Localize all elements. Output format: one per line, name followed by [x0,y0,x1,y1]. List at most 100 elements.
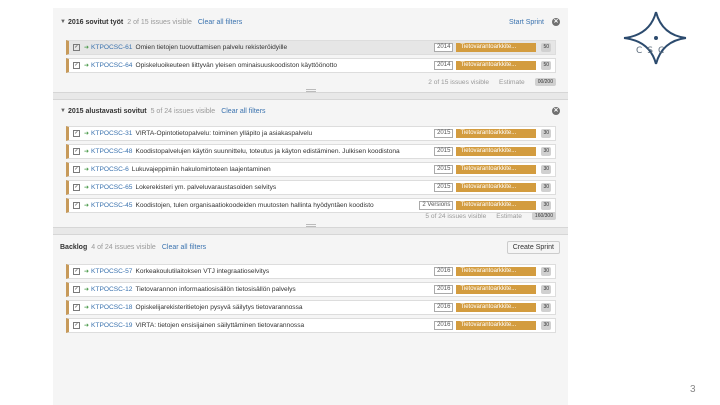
close-icon[interactable]: ✕ [552,18,560,26]
priority-arrow-icon: ➜ [84,45,90,51]
fix-version-badge: 2014 [434,61,454,70]
footer-estimate-label: Estimate [496,212,522,220]
story-type-icon: ✓ [73,286,80,293]
epic-label[interactable]: Tietovarantoarkkite... [456,61,537,70]
issue-key[interactable]: KTPOCSC-61 [91,44,132,51]
epic-label[interactable]: Tietovarantoarkkite... [456,267,537,276]
footer-issue-count: 5 of 24 issues visible [425,212,487,220]
footer-estimate-badge: 160/300 [531,212,556,220]
sprint-header-2015: ▼ 2015 alustavasti sovitut 5 of 24 issue… [60,102,560,120]
issue-row[interactable]: ✓ ➜ KTPOCSC-57 Korkeakoulutilaitoksen VT… [66,264,556,279]
issue-count: 5 of 24 issues visible [150,107,216,115]
estimate-badge: 30 [541,147,551,156]
priority-arrow-icon: ➜ [84,131,90,137]
priority-arrow-icon: ➜ [84,203,90,209]
issue-summary: Koodistojen, tulen organisaatiokoodeiden… [135,202,374,209]
issue-key[interactable]: KTPOCSC-57 [91,268,132,275]
priority-arrow-icon: ➜ [84,149,90,155]
fix-version-badge: 2015 [434,129,454,138]
priority-arrow-icon: ➜ [84,323,90,329]
story-type-icon: ✓ [73,130,80,137]
story-type-icon: ✓ [73,304,80,311]
sprint-footer: 5 of 24 issues visible Estimate 160/300 [60,210,556,222]
issue-count: 2 of 15 issues visible [127,18,192,26]
fix-version-badge: 2014 [434,43,454,52]
issue-row[interactable]: ✓ ➜ KTPOCSC-48 Koodistopalvelujen käytön… [66,144,556,159]
priority-arrow-icon: ➜ [84,287,90,293]
priority-arrow-icon: ➜ [84,305,90,311]
story-type-icon: ✓ [73,44,80,51]
story-type-icon: ✓ [73,148,80,155]
estimate-badge: 30 [541,267,551,276]
csc-logo [623,11,687,65]
issue-summary: Opiskelijarekisteritietojen pysyvä säily… [135,304,303,311]
issue-row[interactable]: ✓ ➜ KTPOCSC-18 Opiskelijarekisteritietoj… [66,300,556,315]
issue-key[interactable]: KTPOCSC-6 [91,166,129,173]
issue-key[interactable]: KTPOCSC-12 [91,286,132,293]
issue-key[interactable]: KTPOCSC-19 [91,322,132,329]
chevron-down-icon[interactable]: ▼ [60,19,68,25]
sprint-title: 2016 sovitut työt [68,18,124,26]
issue-summary: VIRTA-Opintotietopalvelu: toiminen ylläp… [135,130,313,137]
issue-key[interactable]: KTPOCSC-64 [91,62,132,69]
sprint-header-2016: ▼ 2016 sovitut työt 2 of 15 issues visib… [60,13,560,31]
epic-label[interactable]: Tietovarantoarkkite... [456,129,537,138]
story-type-icon: ✓ [73,184,80,191]
issue-row[interactable]: ✓ ➜ KTPOCSC-31 VIRTA-Opintotietopalvelu:… [66,126,556,141]
issue-list-backlog: ✓ ➜ KTPOCSC-57 Korkeakoulutilaitoksen VT… [66,264,556,336]
backlog-title: Backlog [60,243,88,251]
issue-summary: Korkeakoulutilaitoksen VTJ integraatiose… [135,268,270,275]
issue-key[interactable]: KTPOCSC-18 [91,304,132,311]
issue-key[interactable]: KTPOCSC-31 [91,130,132,137]
issue-summary: VIRTA: tietojen ensisijainen säilyttämin… [135,322,305,329]
issue-list-sprint-2015: ✓ ➜ KTPOCSC-31 VIRTA-Opintotietopalvelu:… [66,126,556,216]
issue-row[interactable]: ✓ ➜ KTPOCSC-61 Omien tietojen tuovuttami… [66,40,556,55]
story-type-icon: ✓ [73,322,80,329]
epic-label[interactable]: Tietovarantoarkkite... [456,285,537,294]
sprint-footer: 2 of 15 issues visible Estimate 00/200 [60,76,556,88]
priority-arrow-icon: ➜ [84,63,90,69]
issue-row[interactable]: ✓ ➜ KTPOCSC-12 Tietovarannon informaatio… [66,282,556,297]
issue-key[interactable]: KTPOCSC-48 [91,148,132,155]
epic-label[interactable]: Tietovarantoarkkite... [456,303,537,312]
issue-row[interactable]: ✓ ➜ KTPOCSC-65 Lokerekisteri ym. palvelu… [66,180,556,195]
issue-key[interactable]: KTPOCSC-45 [91,202,132,209]
issue-row[interactable]: ✓ ➜ KTPOCSC-64 Opiskeluoikeuteen liittyv… [66,58,556,73]
issue-row[interactable]: ✓ ➜ KTPOCSC-6 Lukuvajeppimiin hakulomirt… [66,162,556,177]
fix-version-badge: 2015 [434,183,454,192]
logo-text: CSC [636,46,670,56]
epic-label[interactable]: Tietovarantoarkkite... [456,43,537,52]
fix-version-badge: 2016 [434,267,454,276]
clear-filters-link[interactable]: Clear all filters [198,19,242,26]
chevron-down-icon[interactable]: ▼ [60,108,68,114]
epic-label[interactable]: Tietovarantoarkkite... [456,147,537,156]
fix-version-badge: 2015 [434,147,454,156]
estimate-badge: 30 [541,165,551,174]
footer-estimate-badge: 00/200 [534,78,556,86]
epic-label[interactable]: Tietovarantoarkkite... [456,201,537,210]
story-type-icon: ✓ [73,268,80,275]
clear-filters-link[interactable]: Clear all filters [221,108,265,115]
issue-summary: Lokerekisteri ym. palveluvaraustasoiden … [135,184,277,191]
issue-list-sprint-2016: ✓ ➜ KTPOCSC-61 Omien tietojen tuovuttami… [66,40,556,76]
story-type-icon: ✓ [73,202,80,209]
close-icon[interactable]: ✕ [552,107,560,115]
story-type-icon: ✓ [73,166,80,173]
estimate-badge: 30 [541,321,551,330]
epic-label[interactable]: Tietovarantoarkkite... [456,165,537,174]
epic-label[interactable]: Tietovarantoarkkite... [456,321,537,330]
backlog-header: Backlog 4 of 24 issues visible Clear all… [60,238,560,256]
clear-filters-link[interactable]: Clear all filters [162,244,206,251]
estimate-badge: 30 [541,201,551,210]
sprint-title: 2015 alustavasti sovitut [68,107,147,115]
issue-summary: Opiskeluoikeuteen liittyvän yleisen omin… [135,62,338,69]
create-sprint-button[interactable]: Create Sprint [506,240,560,254]
footer-estimate-label: Estimate [499,78,525,86]
start-sprint-button[interactable]: Start Sprint [509,19,544,26]
epic-label[interactable]: Tietovarantoarkkite... [456,183,537,192]
estimate-badge: 30 [541,285,551,294]
issue-row[interactable]: ✓ ➜ KTPOCSC-19 VIRTA: tietojen ensisijai… [66,318,556,333]
estimate-badge: 50 [541,43,551,52]
issue-key[interactable]: KTPOCSC-65 [91,184,132,191]
estimate-badge: 30 [541,303,551,312]
